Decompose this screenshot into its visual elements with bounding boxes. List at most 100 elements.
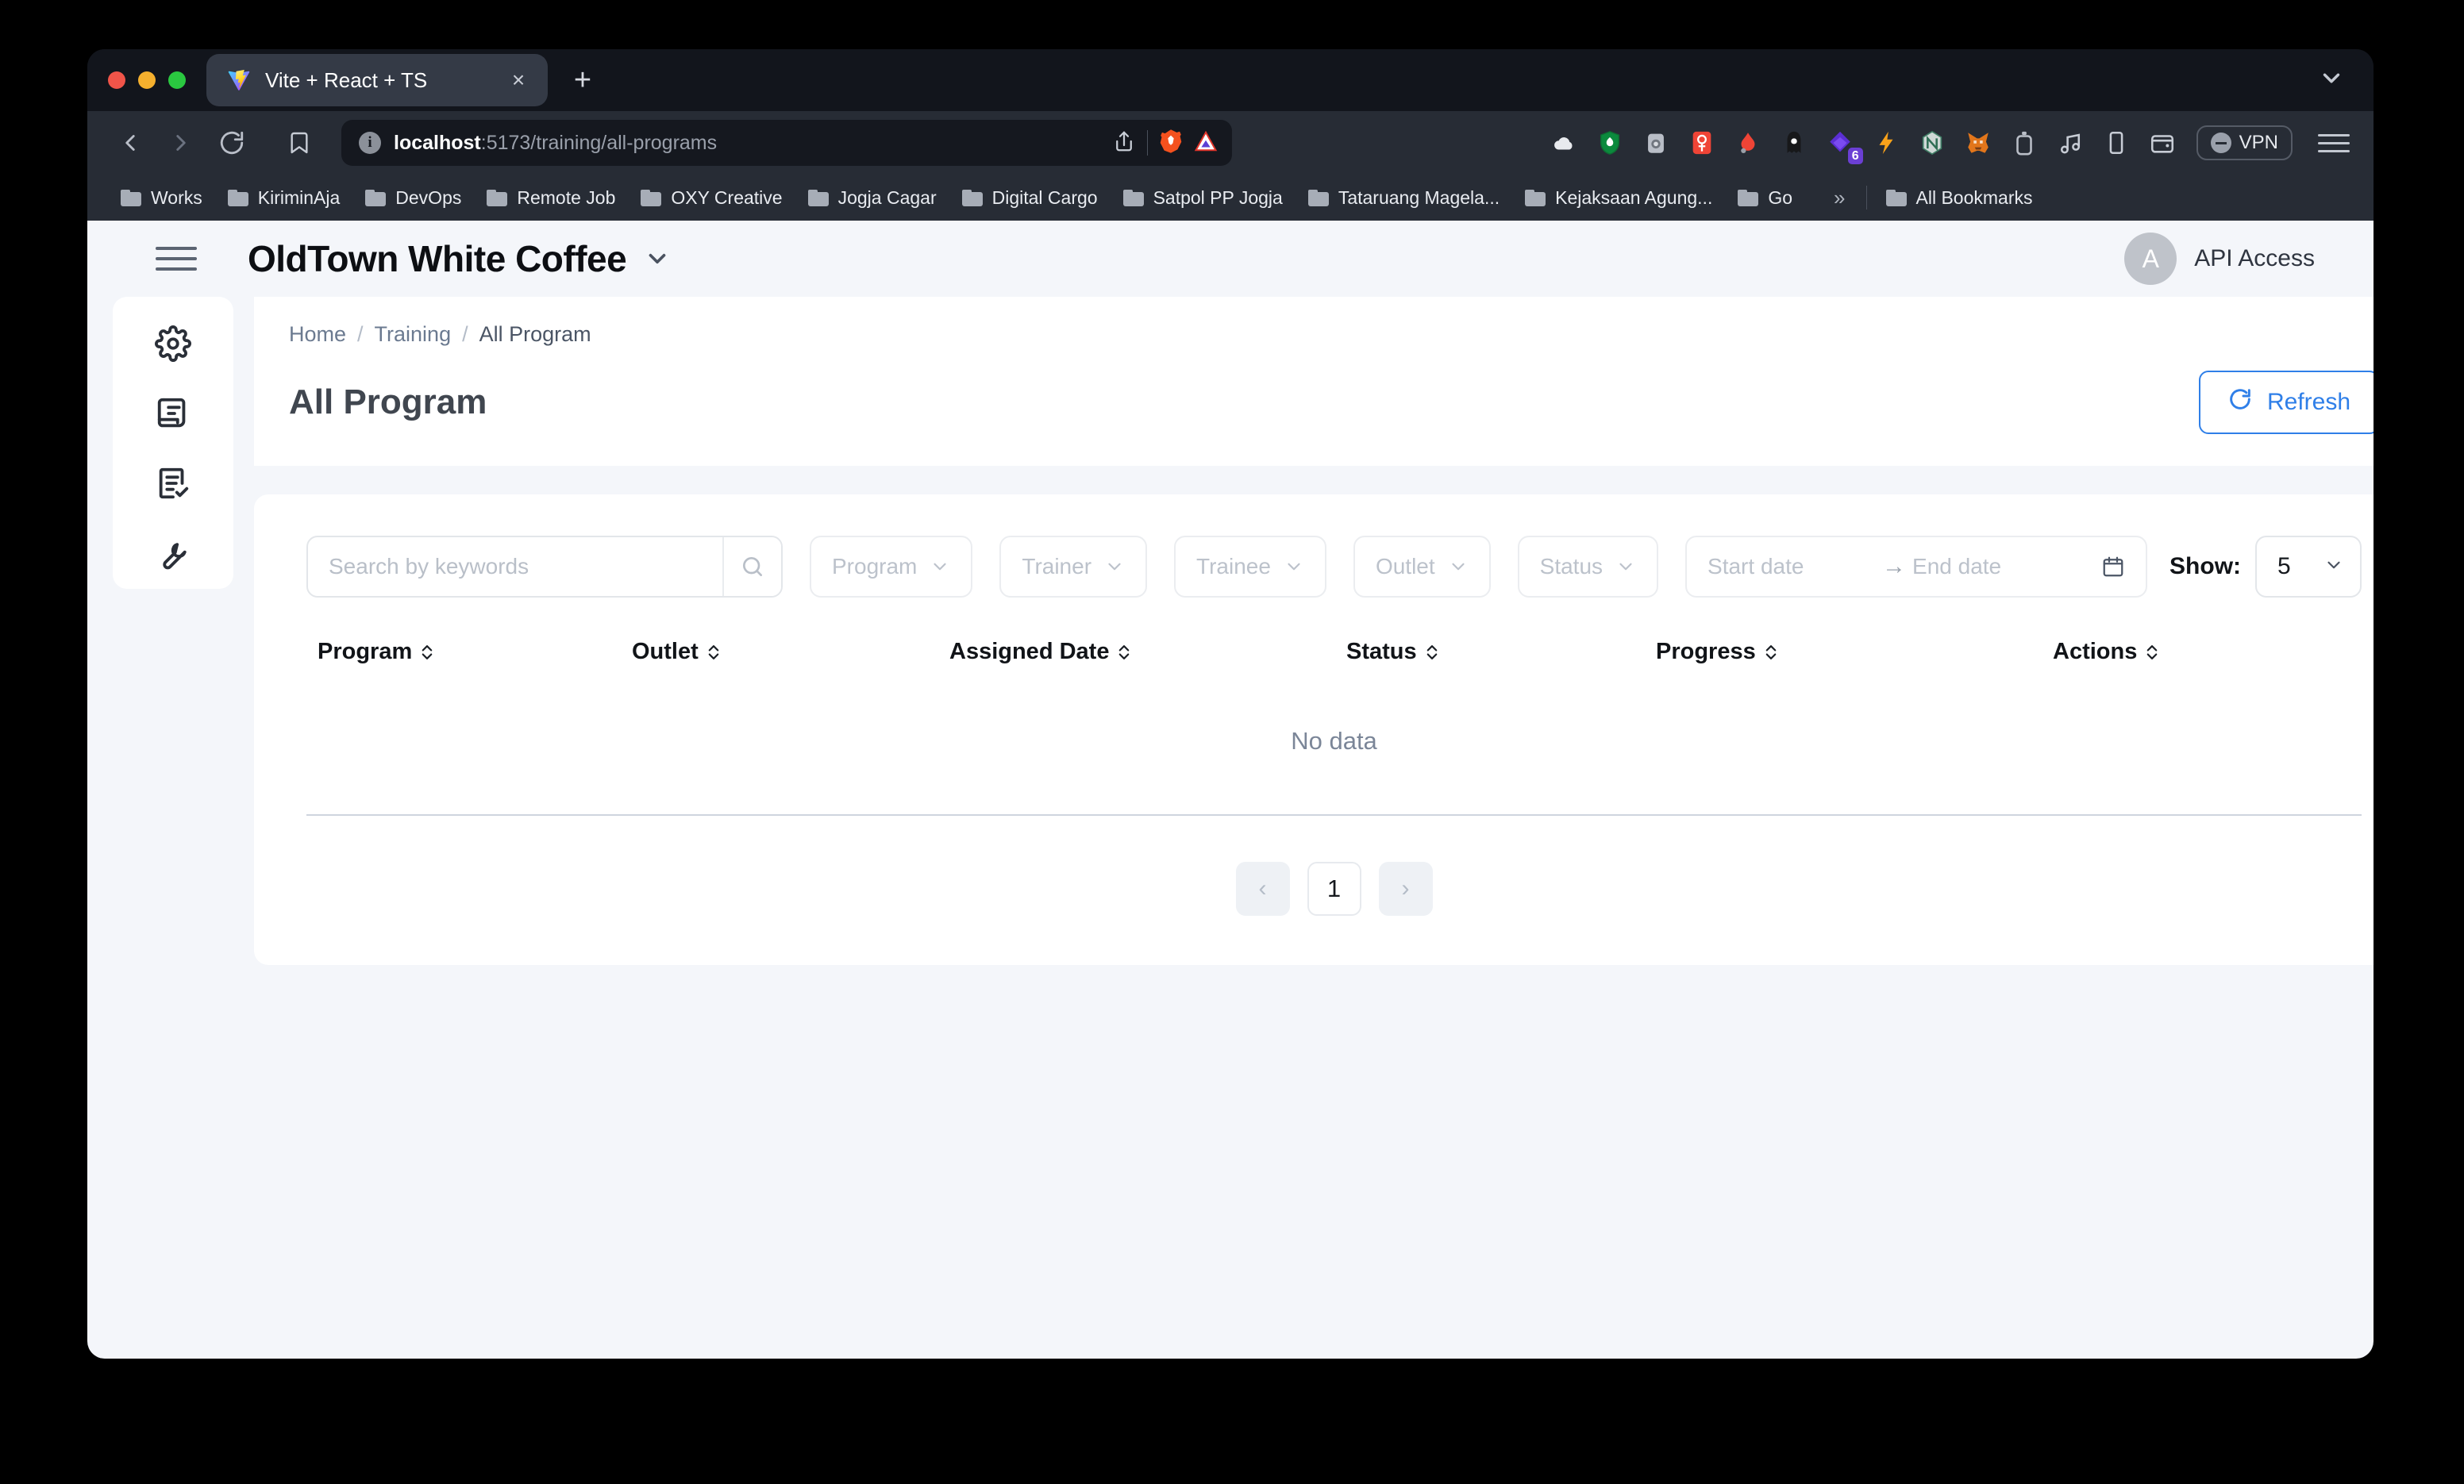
maximize-window-button[interactable] xyxy=(168,71,186,89)
red-app-icon[interactable] xyxy=(1685,126,1719,160)
bottle-icon[interactable] xyxy=(2008,126,2041,160)
all-bookmarks-button[interactable]: All Bookmarks xyxy=(1873,187,2046,209)
nord-icon[interactable] xyxy=(1915,126,1949,160)
table-header-status[interactable]: Status xyxy=(1346,639,1656,665)
pagination-page-1[interactable]: 1 xyxy=(1307,862,1361,916)
bookmark-item[interactable]: Satpol PP Jogja xyxy=(1111,187,1296,209)
reload-button[interactable] xyxy=(210,121,254,165)
browser-menu-button[interactable] xyxy=(2318,133,2350,152)
close-window-button[interactable] xyxy=(108,71,125,89)
search-box[interactable] xyxy=(306,536,783,598)
folder-icon xyxy=(1738,189,1759,206)
sidebar-item-tasks[interactable] xyxy=(145,465,201,502)
gear-icon xyxy=(155,325,191,362)
camera-grey-icon[interactable] xyxy=(1639,126,1673,160)
breadcrumb-item-home[interactable]: Home xyxy=(289,322,346,347)
search-button[interactable] xyxy=(722,537,781,596)
vpn-button[interactable]: VPN xyxy=(2196,125,2293,160)
brand-selector[interactable]: OldTown White Coffee xyxy=(248,237,671,280)
triangle-purple-icon[interactable] xyxy=(1194,129,1218,157)
folder-icon xyxy=(227,189,248,206)
breadcrumb: Home / Training / All Program xyxy=(289,322,2374,347)
chevron-down-icon xyxy=(930,556,950,577)
sidebar-toggle-button[interactable] xyxy=(156,247,197,271)
address-bar[interactable]: i localhost:5173/training/all-programs xyxy=(341,120,1232,166)
bookmark-label: Digital Cargo xyxy=(991,186,1098,208)
close-tab-button[interactable]: × xyxy=(505,69,532,91)
bookmark-item[interactable]: Tataruang Magela... xyxy=(1296,187,1512,209)
sidebar-item-settings[interactable] xyxy=(145,325,201,362)
table-header-progress[interactable]: Progress xyxy=(1656,639,2021,665)
bookmark-label: Kejaksaan Agung... xyxy=(1555,186,1713,208)
forward-button[interactable] xyxy=(159,121,203,165)
folder-icon xyxy=(807,189,829,206)
chevron-down-icon xyxy=(1448,556,1469,577)
filter-select-trainer[interactable]: Trainer xyxy=(999,536,1148,598)
new-tab-button[interactable]: + xyxy=(565,65,600,95)
music-note-icon[interactable] xyxy=(2054,126,2087,160)
cloud-icon[interactable] xyxy=(1547,126,1580,160)
filter-select-status[interactable]: Status xyxy=(1517,536,1659,598)
sidebar-item-tools[interactable] xyxy=(145,535,201,571)
tab-title: Vite + React + TS xyxy=(265,67,428,92)
column-label: Actions xyxy=(2053,639,2138,664)
date-range-picker[interactable]: Start date → End date xyxy=(1685,536,2148,598)
table-header-program[interactable]: Program xyxy=(306,639,632,665)
api-access-menu[interactable]: A API Access xyxy=(2124,233,2342,285)
bookmark-item[interactable]: Go xyxy=(1725,187,1805,209)
site-info-icon[interactable]: i xyxy=(359,132,381,154)
column-label: Assigned Date xyxy=(949,639,1110,664)
metamask-fox-icon[interactable] xyxy=(1962,126,1995,160)
calendar-icon[interactable] xyxy=(2101,555,2125,579)
brave-lion-icon[interactable] xyxy=(1159,129,1183,158)
shield-green-icon[interactable] xyxy=(1593,126,1627,160)
minimize-window-button[interactable] xyxy=(138,71,156,89)
traffic-lights xyxy=(108,71,186,89)
breadcrumb-item-training[interactable]: Training xyxy=(375,322,452,347)
column-label: Status xyxy=(1346,639,1417,664)
filter-select-outlet[interactable]: Outlet xyxy=(1353,536,1491,598)
search-input[interactable] xyxy=(308,537,722,596)
tablet-icon[interactable] xyxy=(2100,126,2133,160)
bookmark-item[interactable]: Works xyxy=(108,187,215,209)
back-button[interactable] xyxy=(108,121,152,165)
bookmark-item[interactable]: Digital Cargo xyxy=(949,187,1111,209)
bookmark-icon[interactable] xyxy=(275,121,324,165)
end-date-input[interactable]: End date xyxy=(1912,554,2081,579)
bookmark-item[interactable]: KiriminAja xyxy=(215,187,353,209)
wallet-icon[interactable] xyxy=(2146,126,2179,160)
browser-tab[interactable]: Vite + React + TS × xyxy=(206,54,548,106)
bookmarks-bar: Works KiriminAja DevOps Remote Job OXY C… xyxy=(87,175,2374,221)
sidebar-item-receipt[interactable] xyxy=(145,395,201,432)
refresh-button[interactable]: Refresh xyxy=(2198,371,2374,434)
table-header-row: Program Outlet Assigned Date Status Prog… xyxy=(306,639,2362,665)
bookmark-item[interactable]: Kejaksaan Agung... xyxy=(1512,187,1725,209)
chevron-down-icon xyxy=(1284,556,1304,577)
tab-list-chevron-down-icon[interactable] xyxy=(2318,65,2345,96)
folder-icon xyxy=(365,189,387,206)
bookmarks-overflow-button[interactable]: » xyxy=(1819,186,1859,210)
table-header-outlet[interactable]: Outlet xyxy=(632,639,949,665)
purple-diamond-icon[interactable]: 6 xyxy=(1823,126,1863,164)
bookmark-item[interactable]: OXY Creative xyxy=(628,187,795,209)
bookmark-item[interactable]: Remote Job xyxy=(474,187,628,209)
filter-select-program[interactable]: Program xyxy=(810,536,973,598)
sidebar xyxy=(113,297,233,589)
page-size-select[interactable]: 5 xyxy=(2255,536,2362,598)
start-date-input[interactable]: Start date xyxy=(1707,554,1876,579)
lightning-icon[interactable] xyxy=(1869,126,1903,160)
pagination-next-button[interactable]: › xyxy=(1378,862,1433,916)
table-header-assigned-date[interactable]: Assigned Date xyxy=(949,639,1346,665)
programs-table: Program Outlet Assigned Date Status Prog… xyxy=(306,639,2362,816)
table-header-actions[interactable]: Actions xyxy=(2021,639,2362,665)
pagination-prev-button[interactable]: ‹ xyxy=(1235,862,1290,916)
bookmark-item[interactable]: DevOps xyxy=(352,187,474,209)
filter-select-trainee[interactable]: Trainee xyxy=(1174,536,1326,598)
receipt-icon xyxy=(157,398,186,428)
ghost-icon[interactable] xyxy=(1777,126,1811,160)
browser-window: Vite + React + TS × + i localhost:5173/t… xyxy=(87,49,2374,1359)
api-access-label: API Access xyxy=(2194,245,2315,271)
bookmark-item[interactable]: Jogja Cagar xyxy=(795,187,949,209)
share-icon[interactable] xyxy=(1112,129,1136,157)
droplet-red-icon[interactable] xyxy=(1731,126,1765,160)
